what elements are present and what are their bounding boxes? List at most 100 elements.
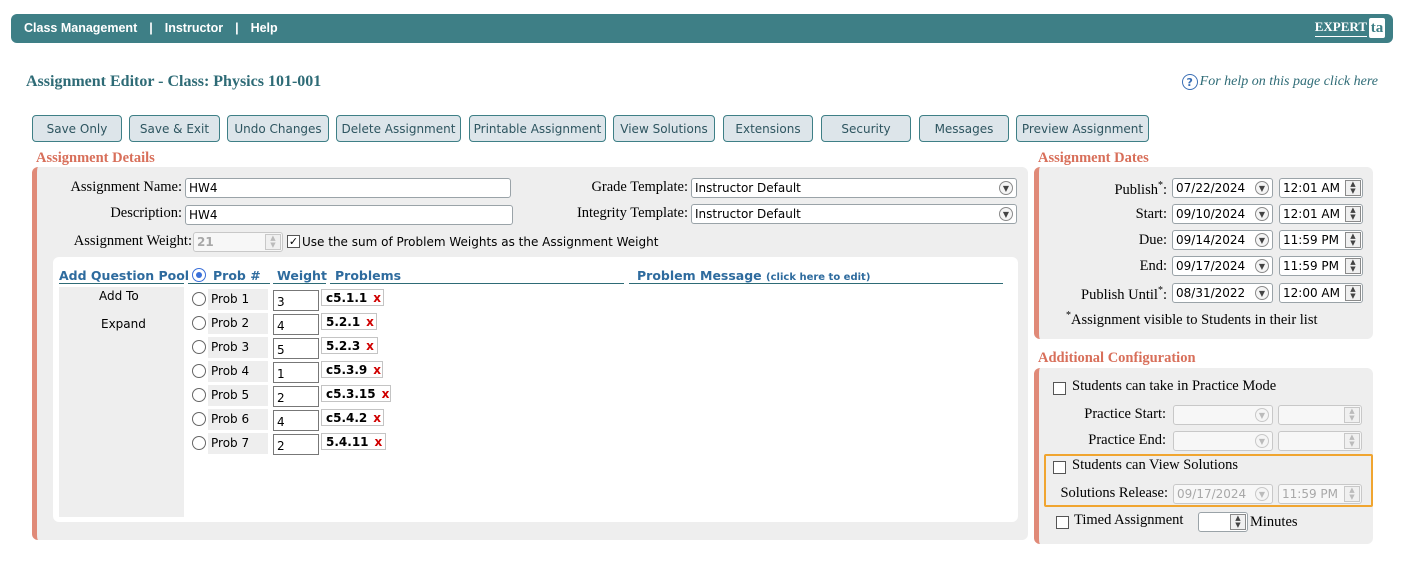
problem-weight-input[interactable]: 2	[273, 434, 319, 455]
dates-footnote: *Assignment visible to Students in their…	[1066, 310, 1318, 329]
integrity-template-select[interactable]: Instructor Default ▼	[691, 204, 1017, 224]
date-value: 08/31/2022	[1176, 286, 1246, 300]
problem-row-radio[interactable]	[192, 340, 206, 354]
spinner-icon[interactable]: ▲ ▼	[1345, 232, 1361, 248]
remove-problem-icon[interactable]: x	[382, 387, 390, 401]
minutes-label: Minutes	[1250, 514, 1298, 530]
help-link[interactable]: ? For help on this page click here	[1181, 74, 1378, 90]
preview-assignment-button[interactable]: Preview Assignment	[1016, 115, 1149, 142]
spinner-icon[interactable]: ▲ ▼	[1230, 514, 1246, 530]
extensions-button[interactable]: Extensions	[723, 115, 813, 142]
date-select[interactable]: 09/14/2024 ▼	[1172, 230, 1273, 250]
minutes-input[interactable]: ▲ ▼	[1198, 512, 1248, 532]
remove-problem-icon[interactable]: x	[366, 339, 374, 353]
header-underline	[273, 283, 326, 284]
date-value: 09/10/2024	[1176, 207, 1246, 221]
problem-chip[interactable]: 5.2.3 x	[321, 337, 378, 354]
spinner-icon[interactable]: ▲ ▼	[1345, 258, 1361, 274]
spinner-icon[interactable]: ▲ ▼	[1345, 285, 1361, 301]
problem-weight-input[interactable]: 2	[273, 386, 319, 407]
security-button[interactable]: Security	[821, 115, 911, 142]
practice-start-date-select[interactable]: ▼	[1173, 405, 1273, 425]
messages-button[interactable]: Messages	[919, 115, 1009, 142]
practice-end-time-input[interactable]: ▲ ▼	[1278, 431, 1362, 451]
header-radio[interactable]	[192, 268, 206, 282]
nav-class-management[interactable]: Class Management	[24, 21, 137, 35]
time-input[interactable]: 12:01 AM ▲ ▼	[1279, 204, 1363, 224]
problem-weight-input[interactable]: 3	[273, 290, 319, 311]
view-solutions-checkbox[interactable]	[1053, 461, 1066, 474]
time-input[interactable]: 12:01 AM ▲ ▼	[1279, 178, 1363, 198]
problem-weight-input[interactable]: 4	[273, 410, 319, 431]
expand-pool-link[interactable]: Expand	[101, 317, 146, 331]
time-input[interactable]: 11:59 PM ▲ ▼	[1279, 230, 1363, 250]
solutions-release-date-select[interactable]: 09/17/2024 ▼	[1173, 484, 1273, 504]
description-input[interactable]: HW4	[185, 205, 513, 225]
problem-chip[interactable]: c5.4.2 x	[321, 409, 384, 426]
problem-chip[interactable]: 5.4.11 x	[321, 433, 386, 450]
problem-chip[interactable]: c5.3.9 x	[321, 361, 383, 378]
spinner-icon[interactable]: ▲ ▼	[265, 234, 281, 250]
time-input[interactable]: 11:59 PM ▲ ▼	[1279, 256, 1363, 276]
save-and-exit-button[interactable]: Save & Exit	[129, 115, 220, 142]
add-to-pool-link[interactable]: Add To	[99, 289, 139, 303]
problem-id: c5.3.15	[326, 386, 376, 401]
remove-problem-icon[interactable]: x	[373, 411, 381, 425]
problem-chip[interactable]: c5.3.15 x	[321, 385, 391, 402]
remove-problem-icon[interactable]: x	[373, 291, 381, 305]
problem-id: 5.4.11	[326, 434, 369, 449]
assignment-weight-input[interactable]: 21 ▲ ▼	[193, 232, 283, 252]
assignment-name-input[interactable]: HW4	[185, 178, 511, 198]
spinner-icon[interactable]: ▲ ▼	[1344, 486, 1360, 502]
problem-number: Prob 1	[208, 289, 268, 310]
undo-changes-button[interactable]: Undo Changes	[227, 115, 329, 142]
header-underline	[330, 283, 624, 284]
date-select[interactable]: 08/31/2022 ▼	[1172, 283, 1273, 303]
spinner-icon[interactable]: ▲ ▼	[1344, 407, 1360, 423]
grade-template-select[interactable]: Instructor Default ▼	[691, 178, 1017, 198]
problem-row-radio[interactable]	[192, 292, 206, 306]
remove-problem-icon[interactable]: x	[375, 435, 383, 449]
spinner-icon[interactable]: ▲ ▼	[1345, 180, 1361, 196]
problem-weight-input[interactable]: 4	[273, 314, 319, 335]
add-question-pool-header[interactable]: Add Question Pool	[59, 268, 189, 283]
chevron-down-icon: ▼	[1255, 259, 1269, 273]
practice-end-date-select[interactable]: ▼	[1173, 431, 1273, 451]
problem-row-radio[interactable]	[192, 436, 206, 450]
spinner-icon[interactable]: ▲ ▼	[1345, 206, 1361, 222]
remove-problem-icon[interactable]: x	[373, 363, 381, 377]
nav-help[interactable]: Help	[251, 21, 278, 35]
problem-weight-input[interactable]: 1	[273, 362, 319, 383]
grade-template-label: Grade Template:	[591, 179, 688, 195]
timed-assignment-checkbox[interactable]	[1056, 516, 1069, 529]
use-sum-checkbox[interactable]: ✓	[287, 235, 300, 248]
save-only-button[interactable]: Save Only	[32, 115, 122, 142]
chevron-down-icon: ▼	[1255, 286, 1269, 300]
problem-weight-input[interactable]: 5	[273, 338, 319, 359]
problem-message-header[interactable]: Problem Message (click here to edit)	[637, 268, 870, 283]
problem-row-radio[interactable]	[192, 364, 206, 378]
spinner-icon[interactable]: ▲ ▼	[1344, 433, 1360, 449]
date-label-text: Start:	[1135, 206, 1167, 222]
problem-row-radio[interactable]	[192, 388, 206, 402]
practice-start-time-input[interactable]: ▲ ▼	[1278, 405, 1362, 425]
view-solutions-button[interactable]: View Solutions	[613, 115, 715, 142]
printable-assignment-button[interactable]: Printable Assignment	[469, 115, 606, 142]
nav-instructor[interactable]: Instructor	[165, 21, 223, 35]
date-select[interactable]: 09/17/2024 ▼	[1172, 256, 1273, 276]
help-link-text[interactable]: For help on this page click here	[1200, 74, 1378, 90]
remove-problem-icon[interactable]: x	[366, 315, 374, 329]
problem-chip[interactable]: 5.2.1 x	[321, 313, 377, 330]
assignment-details-title: Assignment Details	[36, 150, 155, 166]
date-select[interactable]: 09/10/2024 ▼	[1172, 204, 1273, 224]
practice-mode-checkbox[interactable]	[1053, 382, 1066, 395]
problem-row-radio[interactable]	[192, 412, 206, 426]
question-mark-icon: ?	[1181, 74, 1198, 90]
problem-row-radio[interactable]	[192, 316, 206, 330]
problem-chip[interactable]: c5.1.1 x	[321, 289, 384, 306]
date-select[interactable]: 07/22/2024 ▼	[1172, 178, 1273, 198]
delete-assignment-button[interactable]: Delete Assignment	[336, 115, 461, 142]
time-input[interactable]: 12:00 AM ▲ ▼	[1279, 283, 1363, 303]
solutions-release-time-input[interactable]: 11:59 PM ▲ ▼	[1278, 484, 1362, 504]
problem-message-hint[interactable]: (click here to edit)	[766, 272, 870, 283]
